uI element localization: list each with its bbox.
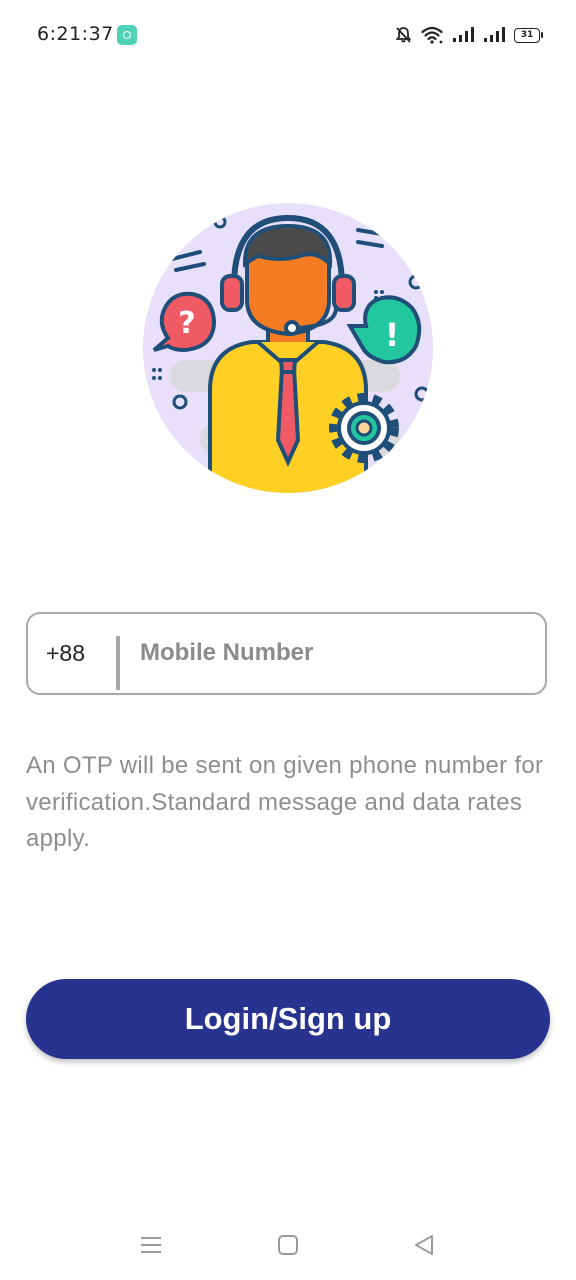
battery-icon: 31 (514, 27, 543, 43)
phone-input-field[interactable]: +88 (26, 612, 547, 695)
status-time: 6:21:37 (37, 23, 114, 45)
back-button[interactable] (394, 1215, 454, 1275)
svg-text:!: ! (385, 316, 400, 354)
svg-text:?: ? (178, 306, 195, 341)
mobile-number-input[interactable] (140, 614, 520, 692)
customer-support-illustration: ? ! (143, 203, 433, 493)
mute-bell-icon (395, 27, 412, 43)
app-notification-icon (117, 25, 137, 45)
country-code: +88 (46, 640, 86, 666)
otp-info-text: An OTP will be sent on given phone numbe… (26, 752, 544, 852)
back-triangle-icon (415, 1235, 433, 1255)
menu-button[interactable] (121, 1215, 181, 1275)
status-bar: 6:21:37 31 (0, 0, 576, 70)
signal-icon (484, 27, 505, 42)
signal-icon (453, 27, 474, 42)
wifi-icon (421, 26, 443, 44)
login-screen: 6:21:37 31 ? ! +88 Mobile Number An OTP … (0, 0, 576, 1280)
login-signup-button[interactable]: Login/Sign up (26, 979, 550, 1059)
field-divider (116, 636, 120, 690)
home-button[interactable] (258, 1215, 318, 1275)
status-icons: 31 (395, 24, 543, 46)
home-square-icon (278, 1235, 298, 1255)
menu-icon (141, 1237, 161, 1253)
navigation-bar (0, 1215, 576, 1275)
